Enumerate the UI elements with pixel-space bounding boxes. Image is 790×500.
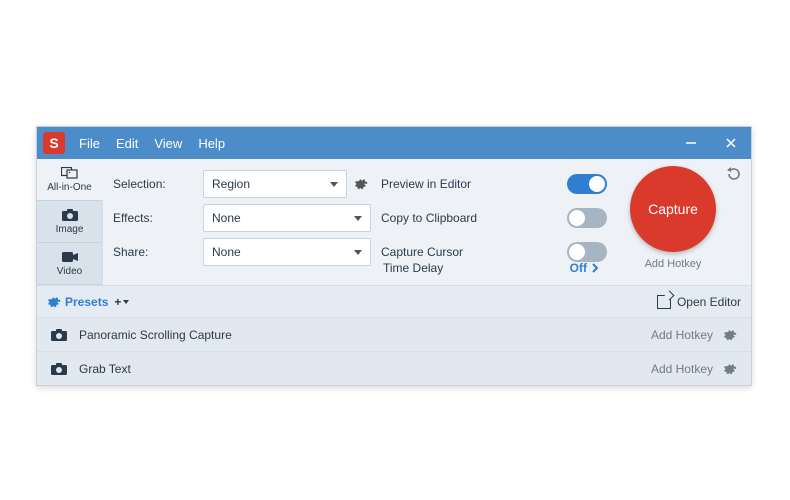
tab-label: Image: [56, 224, 84, 235]
tab-image[interactable]: Image: [37, 201, 102, 243]
chevron-down-icon: [330, 182, 338, 187]
effects-dropdown[interactable]: None: [203, 204, 371, 232]
close-icon: [725, 137, 737, 149]
preset-settings-button[interactable]: [723, 362, 737, 376]
camera-icon: [61, 208, 79, 222]
add-preset-button[interactable]: +: [114, 295, 129, 309]
preset-name: Grab Text: [79, 362, 131, 376]
share-label: Share:: [113, 245, 193, 259]
selection-value: Region: [212, 177, 250, 191]
video-icon: [61, 250, 79, 264]
selection-label: Selection:: [113, 177, 193, 191]
gear-icon: [723, 362, 737, 376]
open-editor-icon: [657, 295, 671, 309]
chevron-down-icon: [354, 216, 362, 221]
menu-edit[interactable]: Edit: [108, 136, 146, 151]
main-area: All-in-One Image Video Selection:: [37, 159, 751, 285]
share-dropdown[interactable]: None: [203, 238, 371, 266]
cursor-toggle[interactable]: [567, 242, 607, 262]
open-editor-button[interactable]: Open Editor: [657, 295, 741, 309]
tab-label: All-in-One: [47, 182, 91, 193]
tab-all-in-one[interactable]: All-in-One: [37, 159, 103, 201]
tab-video[interactable]: Video: [37, 243, 102, 285]
chevron-down-icon: [354, 250, 362, 255]
preset-list: Panoramic Scrolling Capture Add Hotkey G…: [37, 317, 751, 385]
camera-icon: [51, 363, 67, 375]
camera-icon: [51, 329, 67, 341]
mode-tabs: All-in-One Image Video: [37, 159, 103, 285]
minimize-button[interactable]: [671, 127, 711, 159]
effects-label: Effects:: [113, 211, 193, 225]
gear-icon: [723, 328, 737, 342]
effects-value: None: [212, 211, 241, 225]
copy-toggle[interactable]: [567, 208, 607, 228]
menu-help[interactable]: Help: [190, 136, 233, 151]
tab-label: Video: [57, 266, 82, 277]
options-panel: Selection: Region Preview in Editor Capt…: [103, 159, 751, 285]
preset-add-hotkey[interactable]: Add Hotkey: [651, 328, 713, 342]
capture-label: Capture: [648, 201, 698, 217]
delay-button[interactable]: Off: [533, 261, 605, 275]
open-editor-label: Open Editor: [677, 295, 741, 309]
selection-settings-button[interactable]: [351, 177, 371, 191]
menu-file[interactable]: File: [71, 136, 108, 151]
app-window: S File Edit View Help All-in-One Im: [36, 126, 752, 386]
chevron-down-icon: [123, 300, 129, 304]
selection-dropdown[interactable]: Region: [203, 170, 347, 198]
delay-label: Time Delay: [383, 261, 443, 275]
undo-icon: [725, 165, 743, 183]
close-button[interactable]: [711, 127, 751, 159]
titlebar: S File Edit View Help: [37, 127, 751, 159]
presets-bar: Presets + Open Editor: [37, 285, 751, 317]
menu-view[interactable]: View: [146, 136, 190, 151]
preset-row[interactable]: Grab Text Add Hotkey: [37, 351, 751, 385]
all-in-one-icon: [61, 166, 79, 180]
chevron-right-icon: [591, 263, 599, 273]
minimize-icon: [685, 137, 697, 149]
share-value: None: [212, 245, 241, 259]
presets-link[interactable]: Presets: [65, 295, 108, 309]
app-icon: S: [43, 132, 65, 154]
copy-label: Copy to Clipboard: [381, 211, 531, 225]
preview-label: Preview in Editor: [381, 177, 531, 191]
undo-button[interactable]: [725, 165, 743, 183]
preset-name: Panoramic Scrolling Capture: [79, 328, 232, 342]
preset-settings-button[interactable]: [723, 328, 737, 342]
cursor-label: Capture Cursor: [381, 245, 531, 259]
delay-value: Off: [570, 261, 587, 275]
preview-toggle[interactable]: [567, 174, 607, 194]
capture-add-hotkey[interactable]: Add Hotkey: [645, 258, 702, 270]
preset-row[interactable]: Panoramic Scrolling Capture Add Hotkey: [37, 317, 751, 351]
preset-add-hotkey[interactable]: Add Hotkey: [651, 362, 713, 376]
presets-gear-icon[interactable]: [47, 295, 61, 309]
capture-button[interactable]: Capture: [630, 166, 716, 252]
gear-icon: [354, 177, 368, 191]
gear-icon: [47, 295, 61, 309]
